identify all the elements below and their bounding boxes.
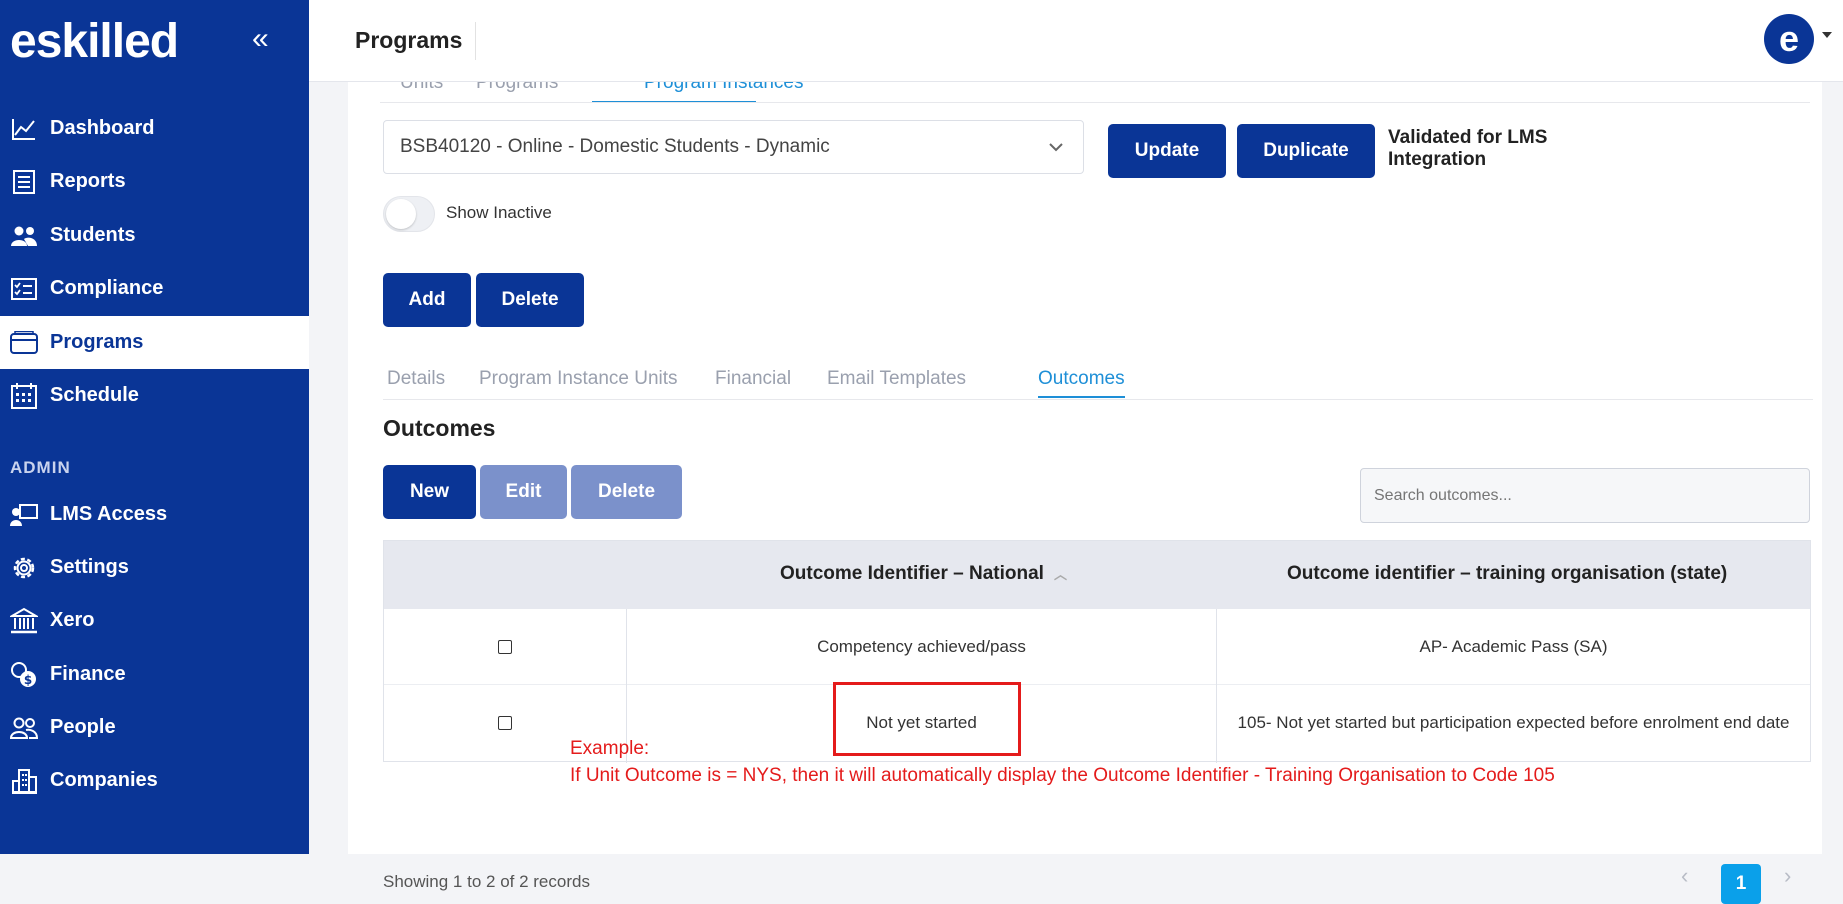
chevron-down-icon[interactable]: [1822, 32, 1832, 38]
sidebar-item-label: LMS Access: [50, 503, 168, 525]
top-tabs: Units Programs Program Instances: [400, 82, 820, 102]
duplicate-button[interactable]: Duplicate: [1237, 124, 1375, 178]
sidebar-item-label: Students: [50, 224, 136, 246]
sidebar-item-label: People: [50, 716, 116, 738]
sidebar-item-label: Reports: [50, 170, 126, 192]
outcomes-title: Outcomes: [383, 415, 496, 441]
update-button[interactable]: Update: [1108, 124, 1226, 178]
annotation-note: Example: If Unit Outcome is = NYS, then …: [570, 735, 1555, 789]
select-value: BSB40120 - Online - Domestic Students - …: [400, 136, 830, 157]
sidebar-item-label: Programs: [50, 331, 144, 353]
card-icon: [10, 329, 38, 357]
tab-program-instances[interactable]: Program Instances: [644, 82, 803, 94]
page-title: Programs: [355, 27, 463, 53]
admin-section-label: ADMIN: [10, 458, 71, 477]
gear-icon: [10, 554, 38, 582]
annotation-line-2: If Unit Outcome is = NYS, then it will a…: [570, 765, 1555, 786]
sidebar-item-settings[interactable]: Settings: [0, 541, 309, 594]
tab-program-instance-units[interactable]: Program Instance Units: [479, 368, 678, 390]
avatar[interactable]: e: [1764, 14, 1814, 64]
eskilled-logo[interactable]: eskilled: [10, 14, 179, 69]
column-header-state[interactable]: Outcome identifier – training organisati…: [1287, 563, 1727, 585]
sidebar-item-compliance[interactable]: Compliance: [0, 262, 309, 315]
sidebar-item-label: Finance: [50, 663, 126, 685]
sidebar-item-companies[interactable]: Companies: [0, 754, 309, 807]
header-divider: [475, 22, 476, 60]
sidebar-item-xero[interactable]: Xero: [0, 594, 309, 647]
edit-outcome-button[interactable]: Edit: [480, 465, 567, 519]
bank-icon: [10, 607, 38, 635]
sidebar-item-finance[interactable]: $ Finance: [0, 648, 309, 701]
outcomes-table: Outcome Identifier – National ︿ Outcome i…: [383, 540, 1811, 763]
sidebar-item-lms-access[interactable]: LMS Access: [0, 488, 309, 541]
tab-financial[interactable]: Financial: [715, 368, 791, 390]
row-checkbox[interactable]: [498, 716, 512, 730]
tab-email-templates[interactable]: Email Templates: [827, 368, 966, 390]
validated-status: Validated for LMS Integration: [1388, 127, 1548, 170]
sidebar-item-programs[interactable]: Programs: [0, 316, 309, 369]
column-header-label: Outcome Identifier – National: [780, 563, 1044, 584]
sidebar-item-label: Companies: [50, 769, 158, 791]
national-cell: Competency achieved/pass: [817, 636, 1026, 656]
table-header: Outcome Identifier – National ︿ Outcome i…: [384, 541, 1810, 609]
column-header-national[interactable]: Outcome Identifier – National ︿: [780, 563, 1067, 585]
sidebar-item-dashboard[interactable]: Dashboard: [0, 102, 309, 155]
calendar-icon: [10, 382, 38, 410]
pagination-next-button[interactable]: ›: [1784, 863, 1791, 889]
presenter-icon: [10, 501, 38, 529]
chevron-down-icon: [1047, 135, 1065, 165]
table-row[interactable]: Competency achieved/pass AP- Academic Pa…: [384, 609, 1810, 684]
records-count: Showing 1 to 2 of 2 records: [383, 872, 590, 891]
show-inactive-label: Show Inactive: [446, 203, 552, 222]
sidebar-item-schedule[interactable]: Schedule: [0, 369, 309, 422]
sidebar-item-label: Compliance: [50, 277, 164, 299]
tabs-border: [380, 102, 1810, 103]
new-outcome-button[interactable]: New: [383, 465, 476, 519]
building-icon: [10, 767, 38, 795]
search-outcomes-input[interactable]: [1360, 468, 1810, 523]
coins-icon: $: [10, 661, 38, 689]
sort-up-icon[interactable]: ︿: [1054, 564, 1067, 583]
sidebar-item-students[interactable]: Students: [0, 209, 309, 262]
users-icon: [10, 222, 38, 250]
pagination-page-1[interactable]: 1: [1721, 864, 1761, 904]
sidebar-item-label: Xero: [50, 609, 95, 631]
top-bar: Programs e: [309, 0, 1843, 82]
row-checkbox[interactable]: [498, 639, 512, 654]
sidebar: eskilled « Dashboard Reports Students Co…: [0, 0, 309, 854]
toggle-knob: [386, 199, 416, 229]
add-button[interactable]: Add: [383, 273, 471, 327]
sidebar-item-label: Settings: [50, 556, 129, 578]
show-inactive-toggle[interactable]: [383, 196, 435, 232]
sidebar-item-reports[interactable]: Reports: [0, 155, 309, 208]
chart-line-icon: [10, 115, 38, 143]
sidebar-item-label: Dashboard: [50, 117, 155, 139]
tab-outcomes[interactable]: Outcomes: [1038, 368, 1125, 398]
checklist-icon: [10, 275, 38, 303]
pagination-prev-button[interactable]: ‹: [1681, 863, 1688, 889]
tab-units[interactable]: Units: [400, 82, 443, 94]
delete-outcome-button[interactable]: Delete: [571, 465, 682, 519]
tab-details[interactable]: Details: [387, 368, 445, 390]
tab-programs[interactable]: Programs: [476, 82, 558, 94]
svg-text:$: $: [24, 673, 32, 687]
sidebar-item-people[interactable]: People: [0, 701, 309, 754]
report-icon: [10, 168, 38, 196]
row-checkbox-cell: [384, 609, 626, 684]
collapse-sidebar-button[interactable]: «: [252, 22, 269, 56]
program-instance-select[interactable]: BSB40120 - Online - Domestic Students - …: [383, 120, 1084, 174]
annotation-line-1: Example:: [570, 738, 650, 759]
program-instance-tabs: Details Program Instance Units Financial…: [383, 364, 1813, 400]
state-cell: AP- Academic Pass (SA): [1419, 636, 1608, 656]
delete-button[interactable]: Delete: [476, 273, 584, 327]
people-icon: [10, 714, 38, 742]
sidebar-item-label: Schedule: [50, 384, 139, 406]
